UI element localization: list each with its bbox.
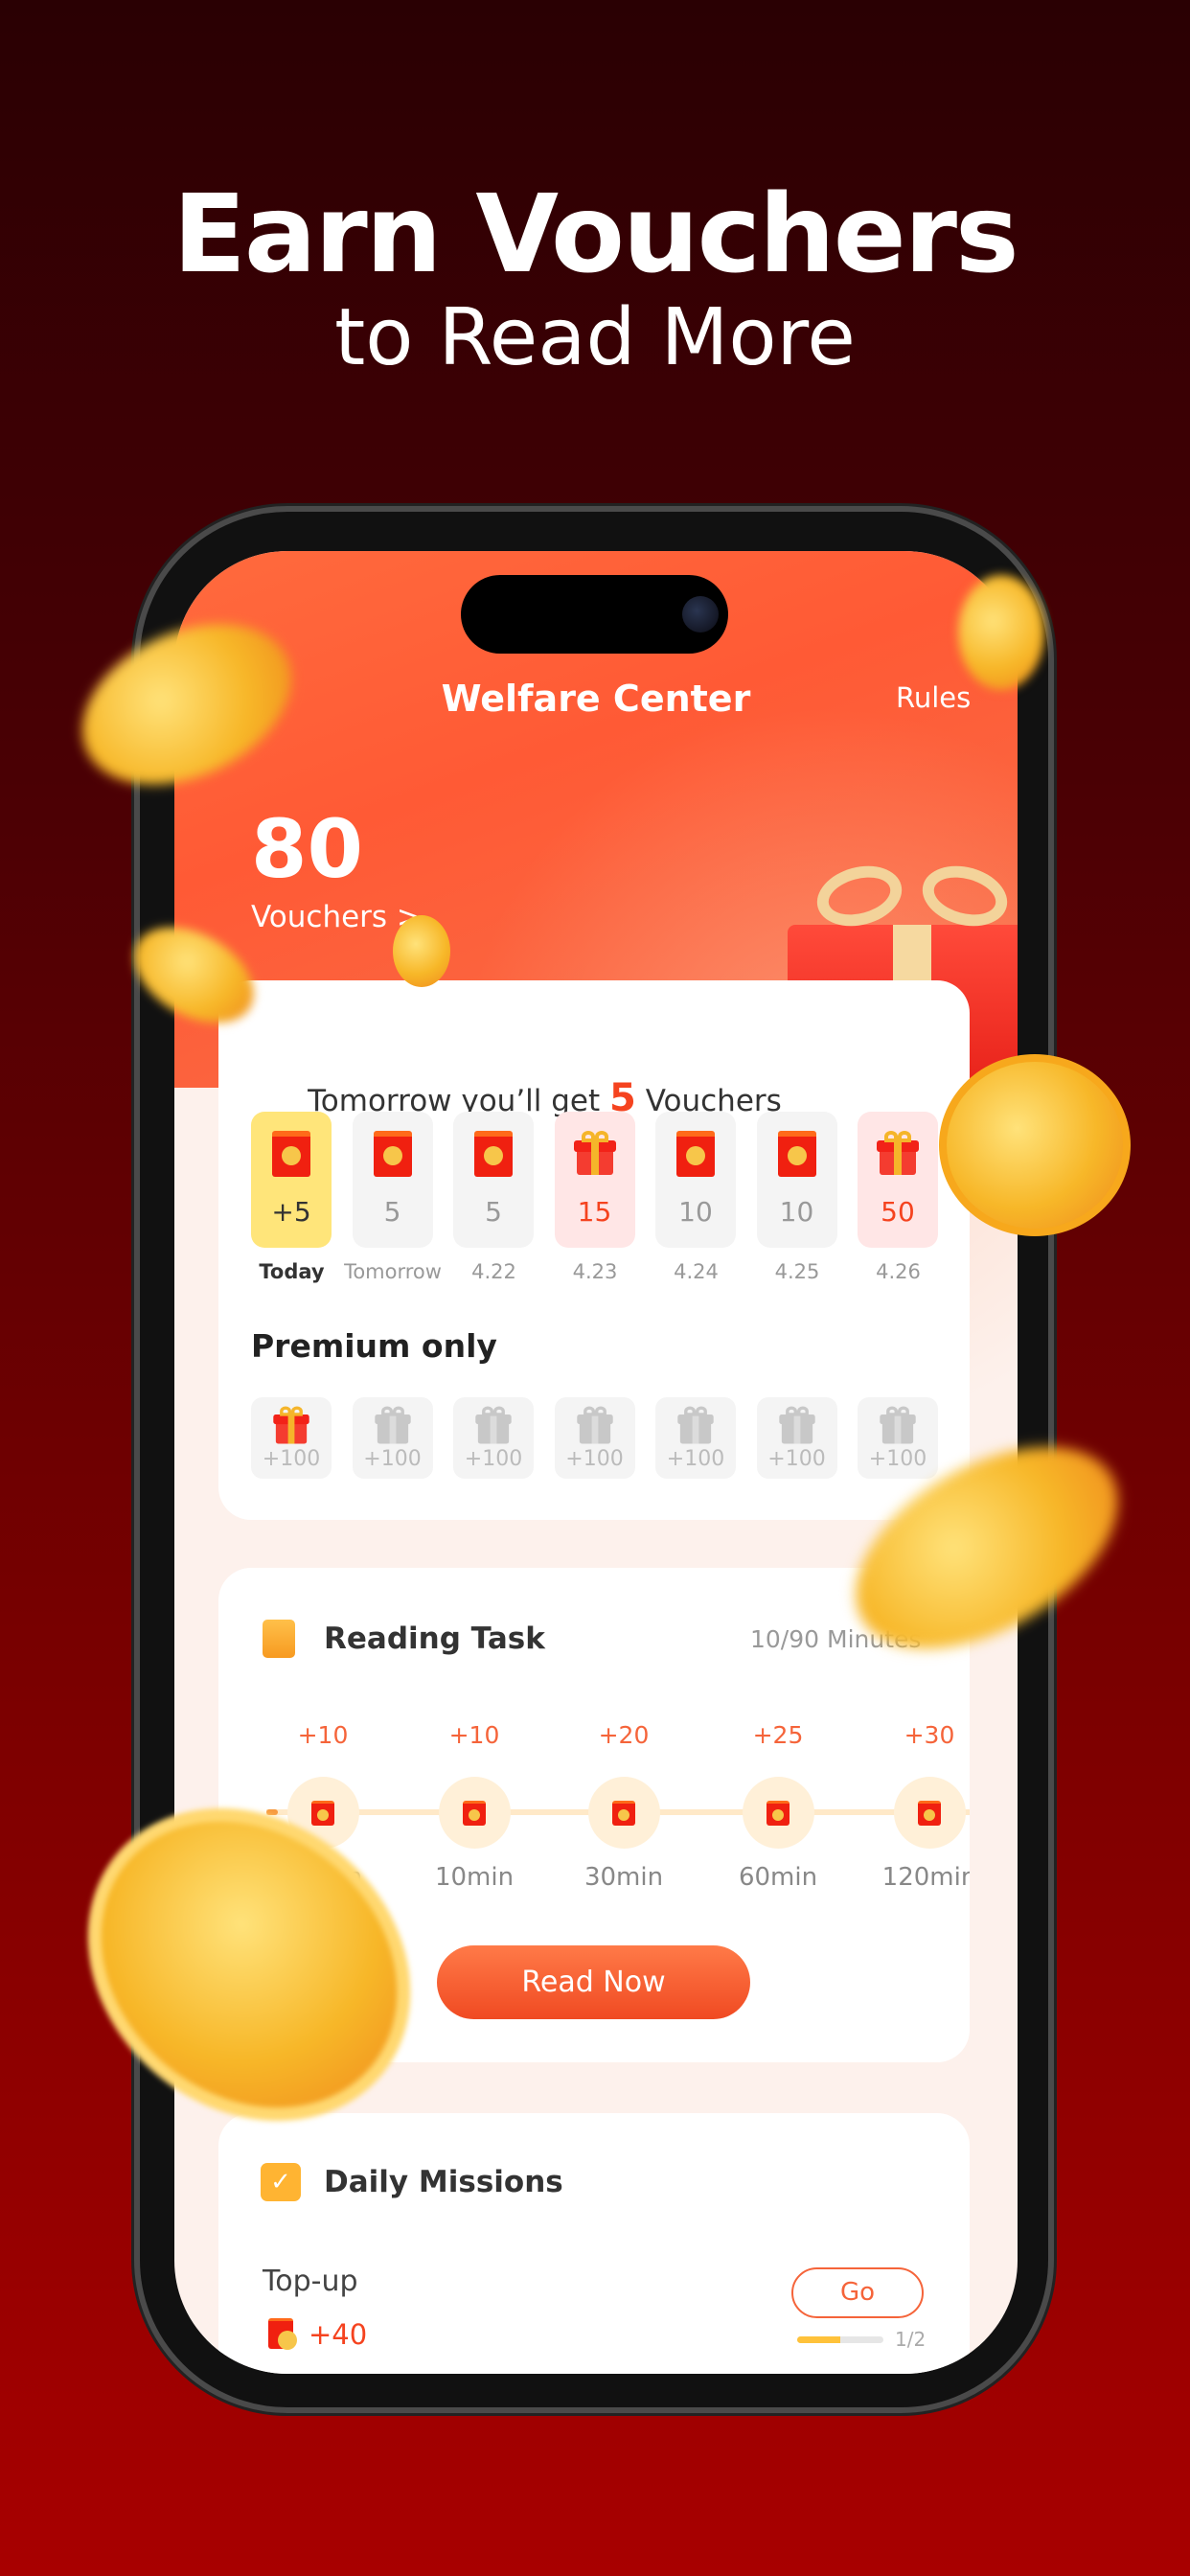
calendar-check-icon: ✓ xyxy=(261,2163,301,2201)
daily-missions-card: ✓ Daily Missions Top-up +40 Go 1/2 xyxy=(218,2113,970,2374)
milestone-reward: +30 xyxy=(904,1721,955,1749)
premium-reward-value: +100 xyxy=(868,1447,927,1471)
milestone-reward: +25 xyxy=(752,1721,804,1749)
coin-decoration xyxy=(939,1054,1131,1236)
checkin-card: Tomorrow you’ll get 5 Vouchers +5 Today 5 T… xyxy=(218,980,970,1520)
milestone-node xyxy=(439,1777,511,1849)
red-envelope-icon xyxy=(918,1801,941,1826)
vouchers-link[interactable]: Vouchers > xyxy=(251,900,422,934)
mission-reward: +40 xyxy=(309,2318,368,2351)
gift-icon xyxy=(677,1406,714,1444)
hero-subtitle: to Read More xyxy=(334,292,856,383)
red-envelope-icon xyxy=(463,1801,486,1826)
coin-decoration xyxy=(393,915,450,987)
gift-icon xyxy=(374,1406,411,1444)
premium-reward-value: +100 xyxy=(262,1447,321,1471)
voucher-balance: 80 xyxy=(251,802,363,896)
read-now-label: Read Now xyxy=(521,1966,666,1999)
coin-decoration xyxy=(958,575,1044,690)
milestone-node xyxy=(894,1777,966,1849)
page-title: Welfare Center xyxy=(441,678,751,720)
premium-reward-tile[interactable]: +100 xyxy=(453,1397,534,1479)
premium-reward-tile[interactable]: +100 xyxy=(554,1397,635,1479)
premium-reward-tile[interactable]: +100 xyxy=(655,1397,736,1479)
premium-reward-value: +100 xyxy=(767,1447,826,1471)
red-envelope-icon xyxy=(268,2318,297,2350)
premium-reward-tile[interactable]: +100 xyxy=(756,1397,837,1479)
milestone-reward: +10 xyxy=(297,1721,349,1749)
gift-icon xyxy=(576,1406,613,1444)
red-envelope-icon xyxy=(767,1801,790,1826)
rules-link[interactable]: Rules xyxy=(896,681,971,714)
milestone-time: 120min xyxy=(881,1863,970,1892)
premium-reward-tile[interactable]: +100 xyxy=(858,1397,938,1479)
mission-name: Top-up xyxy=(263,2265,358,2298)
read-now-button[interactable]: Read Now xyxy=(437,1945,750,2019)
red-envelope-icon xyxy=(612,1801,635,1826)
mission-progress-text: 1/2 xyxy=(895,2328,927,2351)
premium-reward-value: +100 xyxy=(363,1447,422,1471)
milestone-node xyxy=(743,1777,814,1849)
red-envelope-icon xyxy=(311,1801,334,1826)
premium-reward-tile[interactable]: +100 xyxy=(251,1397,332,1479)
premium-reward-value: +100 xyxy=(565,1447,624,1471)
milestone-reward: +20 xyxy=(598,1721,650,1749)
milestone-time: 30min xyxy=(584,1863,664,1892)
daily-missions-title: Daily Missions xyxy=(324,2165,563,2199)
gift-icon xyxy=(778,1406,815,1444)
premium-reward-value: +100 xyxy=(464,1447,523,1471)
camera xyxy=(682,596,719,632)
mission-progress-fill xyxy=(797,2336,840,2343)
go-label: Go xyxy=(839,2278,876,2307)
gift-icon xyxy=(475,1406,512,1444)
premium-reward-value: +100 xyxy=(666,1447,725,1471)
milestone-time: 60min xyxy=(738,1863,818,1892)
premium-reward-tile[interactable]: +100 xyxy=(352,1397,433,1479)
hero-title: Earn Vouchers xyxy=(172,172,1018,297)
milestone-reward: +10 xyxy=(448,1721,500,1749)
gift-icon xyxy=(273,1406,309,1444)
mission-progress-bar xyxy=(797,2336,883,2343)
milestone-node xyxy=(588,1777,660,1849)
go-button[interactable]: Go xyxy=(791,2267,924,2318)
premium-rewards: +100 +100 +100 +100 +100 +100 +100 xyxy=(218,980,970,1520)
milestone-time: 10min xyxy=(434,1863,515,1892)
gift-icon xyxy=(880,1406,916,1444)
